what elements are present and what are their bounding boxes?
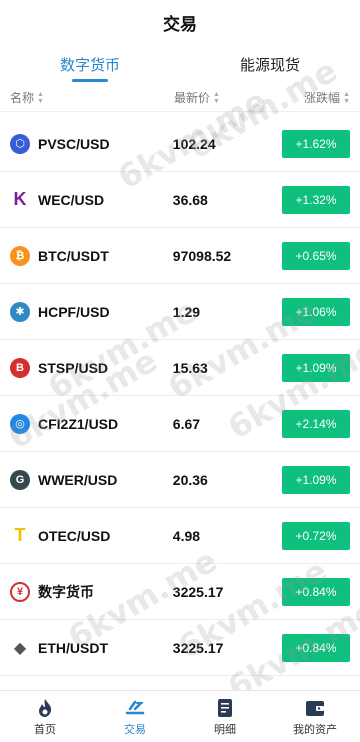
change-badge: +0.72% [282,521,350,550]
sort-icon: ▲ ▼ [343,90,350,105]
nav-details[interactable]: 明细 [180,691,270,742]
change-badge: +1.06% [282,297,350,326]
ring-coin-icon: ◎ [10,413,30,434]
last-price: 4.98 [172,527,201,544]
trade-icon [124,697,146,719]
market-row[interactable]: B STSP/USD 15.63 +1.09% [0,340,360,396]
t-logo-icon: T [10,525,30,546]
app-header: 交易 [0,0,360,44]
last-price: 3225.17 [172,639,224,656]
market-row[interactable]: ¥ 数字货币 3225.17 +0.84% [0,564,360,620]
page-title: 交易 [163,14,197,34]
ethereum-icon: ◆ [10,637,30,658]
seal-icon: ✱ [10,301,30,322]
pair-name: ETH/USDT [38,639,108,656]
last-price: 15.63 [172,359,208,376]
yuan-icon: ¥ [10,581,30,602]
pair-name: HCPF/USD [38,303,110,320]
shield-icon: B [10,357,30,378]
tab-energy-spot[interactable]: 能源现货 [180,44,360,84]
market-row[interactable]: G WWER/USD 20.36 +1.09% [0,452,360,508]
market-row[interactable]: K WEC/USD 36.68 +1.32% [0,172,360,228]
last-price: 3225.17 [172,583,224,600]
last-price: 1.29 [172,303,201,320]
pair-name: OTEC/USD [38,527,111,544]
sort-by-name[interactable]: 名称 ▲ ▼ [10,89,174,106]
nav-my-assets[interactable]: 我的资产 [270,691,360,742]
sort-icon: ▲ ▼ [37,90,44,105]
change-badge: +0.65% [282,241,350,270]
market-tabs: 数字货币 能源现货 [0,44,360,84]
change-badge: +2.14% [282,409,350,438]
change-badge: +1.32% [282,185,350,214]
pair-name: 数字货币 [38,583,94,600]
pair-name: WWER/USD [38,471,118,488]
pair-name: PVSC/USD [38,135,110,152]
column-name-label: 名称 [10,91,35,105]
change-badge: +1.62% [282,129,350,158]
pair-name: STSP/USD [38,359,109,376]
last-price: 102.24 [172,135,216,152]
nav-my-assets-label: 我的资产 [293,723,337,736]
nav-trade-label: 交易 [124,723,146,736]
sort-by-price[interactable]: 最新价 ▲ ▼ [174,89,284,106]
pair-name: WEC/USD [38,191,105,208]
g-logo-icon: G [10,469,30,490]
flame-icon [35,697,55,719]
market-row[interactable]: ◆ ETH/USDT 3225.17 +0.84% [0,620,360,676]
change-badge: +1.09% [282,465,350,494]
last-price: 36.68 [172,191,208,208]
market-row[interactable]: ✱ HCPF/USD 1.29 +1.06% [0,284,360,340]
column-price-label: 最新价 [174,91,211,105]
nav-details-label: 明细 [214,723,236,736]
sort-by-change[interactable]: 涨跌幅 ▲ ▼ [284,89,350,106]
document-icon [216,697,234,719]
bitcoin-icon: ₿ [10,245,30,266]
nav-home[interactable]: 首页 [0,691,90,742]
last-price: 6.67 [172,415,201,432]
sort-icon: ▲ ▼ [213,90,220,105]
pair-name: BTC/USDT [38,247,109,264]
market-row[interactable]: ◎ CFI2Z1/USD 6.67 +2.14% [0,396,360,452]
last-price: 97098.52 [172,247,232,264]
market-row[interactable]: ₿ BTC/USDT 97098.52 +0.65% [0,228,360,284]
market-row[interactable]: ⬡ PVSC/USD 102.24 +1.62% [0,116,360,172]
nav-home-label: 首页 [34,723,56,736]
change-badge: +0.84% [282,577,350,606]
hexagon-icon: ⬡ [10,133,30,154]
wallet-icon [304,697,326,719]
market-row[interactable]: T OTEC/USD 4.98 +0.72% [0,508,360,564]
market-list: ⬡ PVSC/USD 102.24 +1.62% K WEC/USD 36.68… [0,116,360,676]
column-change-label: 涨跌幅 [304,91,341,105]
bottom-nav: 首页 交易 明细 我的资产 [0,690,360,742]
change-badge: +0.84% [282,633,350,662]
k-logo-icon: K [10,189,30,210]
pair-name: CFI2Z1/USD [38,415,119,432]
nav-trade[interactable]: 交易 [90,691,180,742]
last-price: 20.36 [172,471,208,488]
change-badge: +1.09% [282,353,350,382]
column-header: 名称 ▲ ▼ 最新价 ▲ ▼ 涨跌幅 ▲ ▼ [0,84,360,112]
tab-digital-currency[interactable]: 数字货币 [0,44,180,84]
